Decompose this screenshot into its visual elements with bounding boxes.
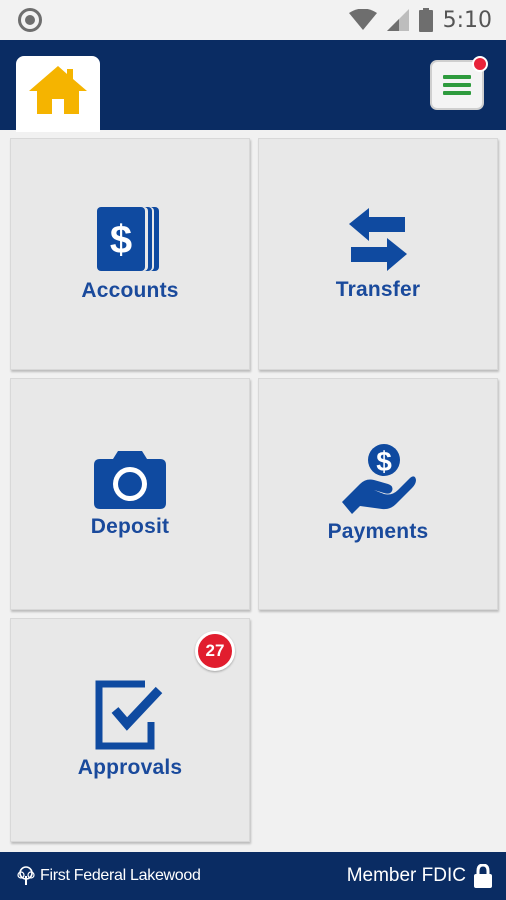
lock-icon: [474, 864, 492, 888]
tile-label-approvals: Approvals: [77, 756, 183, 779]
tile-label-payments: Payments: [327, 520, 429, 543]
tile-label-deposit: Deposit: [90, 515, 170, 538]
tile-deposit[interactable]: Deposit: [10, 378, 250, 610]
tile-label-accounts: Accounts: [81, 279, 179, 302]
menu-button[interactable]: [430, 56, 488, 110]
cell-signal-icon: [386, 9, 409, 31]
app-header: [0, 40, 506, 132]
svg-text:$: $: [376, 446, 392, 477]
home-icon: [29, 66, 87, 114]
approvals-count-badge: 27: [195, 631, 235, 671]
camera-icon: [94, 451, 166, 509]
transfer-arrows-icon: [349, 208, 407, 271]
tile-label-transfer: Transfer: [335, 278, 421, 301]
menu-notification-dot: [472, 56, 488, 72]
tile-approvals[interactable]: Approvals 27: [10, 618, 250, 842]
tile-transfer[interactable]: Transfer: [258, 138, 498, 370]
status-time: 5:10: [442, 7, 492, 33]
dollar-cards-icon: $: [97, 207, 159, 271]
footer: First Federal Lakewood Member FDIC: [0, 852, 506, 900]
brand-name: First Federal Lakewood: [40, 867, 201, 884]
menu-icon: [443, 75, 471, 95]
svg-text:$: $: [110, 218, 132, 262]
status-icons: 5:10: [348, 6, 492, 34]
tree-logo-icon: [17, 866, 35, 885]
hand-coin-icon: $: [342, 444, 416, 514]
wifi-icon: [348, 9, 377, 30]
status-bar: 5:10: [0, 0, 506, 40]
member-fdic-label: Member FDIC: [346, 865, 466, 886]
notification-dot-icon: [18, 8, 42, 32]
tile-accounts[interactable]: $ Accounts: [10, 138, 250, 370]
checkbox-icon: [95, 680, 163, 750]
brand-logo: First Federal Lakewood: [16, 866, 201, 886]
home-tab[interactable]: [16, 56, 100, 132]
member-fdic: Member FDIC: [347, 864, 492, 888]
tile-payments[interactable]: $ Payments: [258, 378, 498, 610]
battery-icon: [418, 8, 433, 32]
